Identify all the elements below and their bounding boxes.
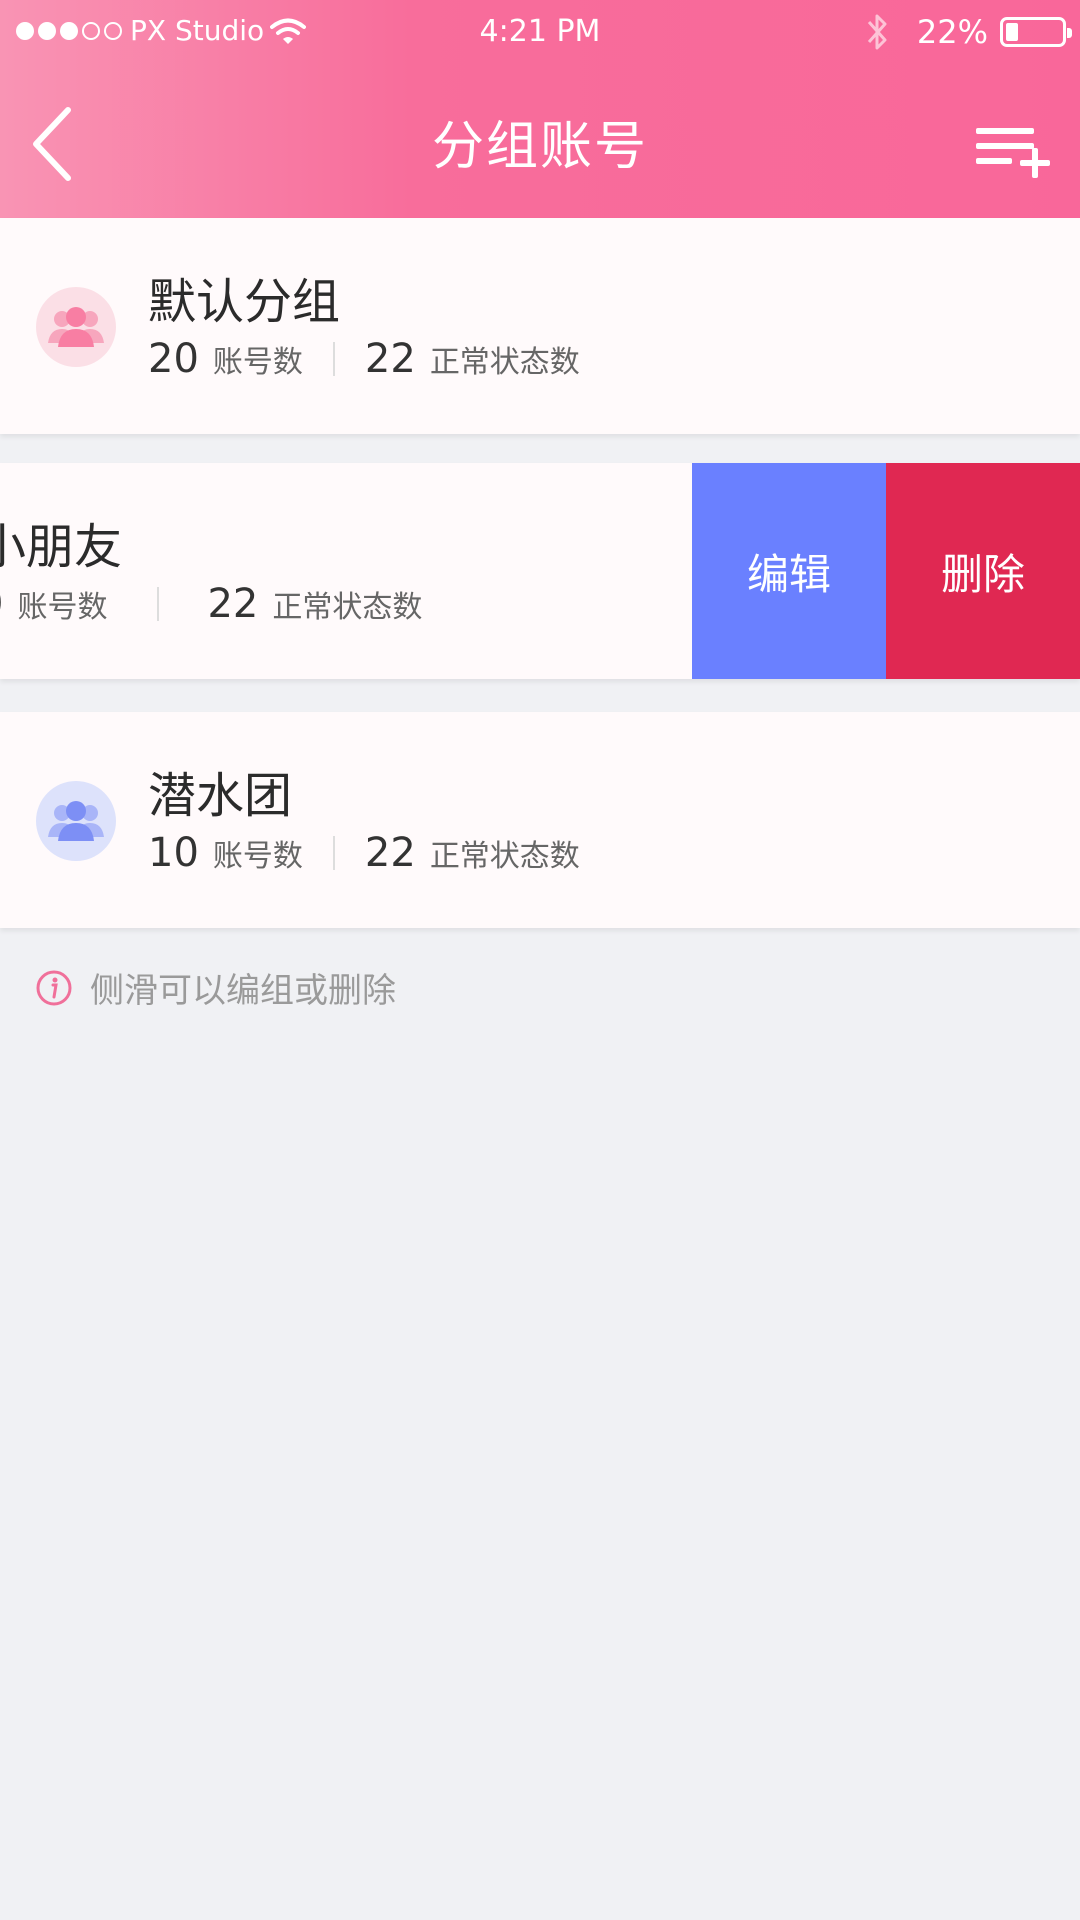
- swipe-tip: 侧滑可以编组或删除: [36, 963, 396, 1012]
- bluetooth-icon: [867, 14, 887, 50]
- battery-percent: 22%: [916, 13, 988, 51]
- group-stats: 0 账号数 22 正常状态数: [0, 581, 422, 627]
- group-name: 默认分组: [148, 274, 341, 330]
- group-users-icon: [48, 307, 104, 347]
- normal-count-label: 正常状态数: [429, 345, 580, 380]
- group-avatar: [36, 287, 116, 367]
- normal-count-label: 正常状态数: [429, 839, 580, 874]
- account-count-label: 账号数: [17, 590, 108, 625]
- delete-button[interactable]: 删除: [886, 463, 1080, 679]
- group-card[interactable]: 潜水团 10 账号数 22 正常状态数: [0, 712, 1080, 928]
- group-avatar: [36, 781, 116, 861]
- account-count: 0: [0, 581, 3, 627]
- list-add-icon[interactable]: [976, 124, 1050, 180]
- battery-icon: [1000, 17, 1072, 47]
- normal-count: 22: [207, 581, 259, 627]
- account-count: 20: [148, 336, 199, 382]
- account-count-label: 账号数: [212, 345, 303, 380]
- group-name: 潜水团: [148, 768, 293, 824]
- tip-text: 侧滑可以编组或删除: [90, 971, 396, 1011]
- group-stats: 20 账号数 22 正常状态数: [148, 336, 580, 382]
- normal-count-label: 正常状态数: [272, 590, 423, 625]
- stats-divider: [157, 587, 160, 621]
- group-users-icon: [48, 801, 104, 841]
- battery-fill: [1006, 23, 1018, 41]
- app-header: PX Studio 4:21 PM 22% 分组账号: [0, 0, 1080, 218]
- stats-divider: [332, 836, 335, 870]
- info-icon: [36, 970, 72, 1005]
- stats-divider: [332, 342, 335, 376]
- account-count: 10: [148, 830, 199, 876]
- status-bar: PX Studio 4:21 PM 22%: [0, 0, 1080, 66]
- account-count-label: 账号数: [212, 839, 303, 874]
- group-stats: 10 账号数 22 正常状态数: [148, 830, 580, 876]
- edit-button[interactable]: 编辑: [692, 463, 886, 679]
- group-card-swiped[interactable]: 小朋友 0 账号数 22 正常状态数 编辑 删除: [0, 463, 1080, 679]
- normal-count: 22: [364, 336, 416, 382]
- normal-count: 22: [364, 830, 416, 876]
- status-bar-right: 22%: [863, 12, 1072, 52]
- group-name: 小朋友: [0, 519, 123, 575]
- page-title: 分组账号: [431, 117, 648, 177]
- group-card[interactable]: 默认分组 20 账号数 22 正常状态数: [0, 218, 1080, 434]
